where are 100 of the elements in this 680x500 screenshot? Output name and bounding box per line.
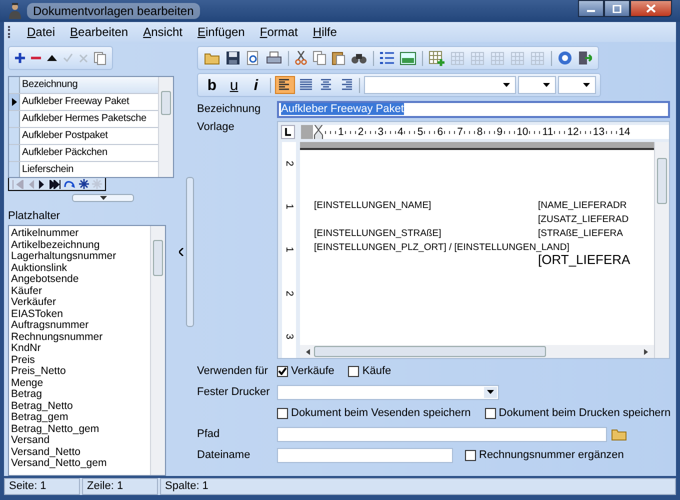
minimize-button[interactable] — [578, 0, 604, 17]
template-name[interactable]: Aufkleber Päckchen — [20, 145, 108, 161]
scroll-thumb[interactable] — [657, 158, 667, 204]
maximize-button[interactable] — [604, 0, 630, 17]
table-insert-icon[interactable] — [427, 49, 447, 67]
placeholder-item[interactable]: Artikelbezeichnung — [11, 240, 100, 251]
document-text: [ORT_LIEFERA — [538, 252, 630, 267]
placeholder-item[interactable]: Versand_Netto — [11, 446, 80, 458]
underline-button[interactable]: u — [224, 76, 244, 94]
path-field[interactable] — [277, 426, 607, 442]
ruler-number: 6 — [437, 126, 444, 138]
checkbox[interactable]: Dokument beim Vesenden speichern — [277, 407, 471, 419]
copy-icon[interactable] — [311, 49, 328, 67]
last-record-icon[interactable] — [49, 180, 61, 188]
align-lines-icon — [339, 79, 353, 91]
scrollbar[interactable] — [300, 345, 654, 358]
placeholder-item[interactable]: Auftragsnummer — [11, 320, 89, 332]
placeholder-item[interactable]: Betrag — [11, 389, 42, 400]
close-button[interactable] — [630, 0, 672, 17]
splitter-handle[interactable] — [72, 194, 134, 202]
checkbox[interactable]: Rechnungsnummer ergänzen — [465, 449, 624, 461]
cut-icon[interactable] — [293, 49, 309, 67]
scroll-thumb[interactable] — [314, 346, 546, 357]
caret-icon — [583, 83, 590, 87]
template-name[interactable]: Aufkleber Postpaket — [20, 128, 108, 144]
ruler-number: 2 — [284, 160, 294, 166]
document-text: [EINSTELLUNGEN_PLZ_ORT] / [EINSTELLUNGEN_LAND] — [314, 242, 570, 253]
placeholder-item[interactable]: Preis_Netto — [11, 366, 66, 378]
template-name[interactable]: Lieferschein — [20, 162, 74, 177]
next-record-icon[interactable] — [38, 180, 46, 188]
row-selector[interactable] — [9, 94, 20, 110]
style-dropdown[interactable] — [558, 76, 596, 94]
placeholder-item[interactable]: Lagerhaltungsnummer — [11, 251, 116, 262]
placeholder-item[interactable]: Verkäufer — [11, 297, 56, 308]
align-lines-icon — [278, 79, 292, 91]
placeholder-item[interactable]: Angebotsende — [11, 274, 79, 286]
save-icon[interactable] — [224, 49, 242, 67]
field-label: Vorlage — [197, 121, 236, 133]
folder-icon[interactable] — [611, 428, 627, 440]
align-left-button[interactable] — [275, 76, 295, 94]
scroll-thumb[interactable] — [153, 240, 163, 276]
menu-item[interactable]: Datei — [27, 25, 56, 39]
ruler-number: 7 — [457, 126, 463, 138]
align-lines-icon — [299, 79, 313, 91]
checkbox[interactable]: Käufe — [348, 365, 392, 377]
placeholder-item[interactable]: Versand — [11, 435, 50, 446]
italic-button[interactable]: i — [246, 76, 266, 94]
ruler-number: 13 — [592, 126, 605, 138]
placeholder-item[interactable]: Versand_Netto_gem — [11, 458, 107, 470]
name-field[interactable]: Aufkleber Freeway Paket — [277, 100, 670, 118]
checkbox[interactable]: Dokument beim Drucken speichern — [484, 407, 671, 419]
scroll-thumb[interactable] — [161, 91, 171, 115]
menu-item[interactable]: Bearbeiten — [70, 25, 128, 39]
paste-icon[interactable] — [330, 49, 347, 67]
placeholder-item[interactable]: Preis — [11, 354, 35, 366]
row-pointer-icon — [12, 98, 16, 106]
size-dropdown[interactable] — [518, 76, 556, 94]
menu-item[interactable]: Ansicht — [143, 25, 182, 39]
placeholder-item[interactable]: Betrag_Netto_gem — [11, 424, 100, 435]
filename-field[interactable] — [277, 448, 453, 462]
template-name[interactable]: Aufkleber Freeway Paket — [20, 94, 130, 110]
menu-item[interactable]: Einfügen — [197, 25, 245, 39]
ruler-number: 3 — [378, 126, 384, 138]
bold-button[interactable]: b — [202, 76, 222, 94]
indent-marker-icon[interactable] — [314, 125, 323, 139]
field-label: Pfad — [197, 428, 221, 440]
copy-icon[interactable] — [92, 49, 108, 67]
document-text: [EINSTELLUNGEN_STRAßE] — [314, 228, 442, 239]
image-icon[interactable] — [398, 49, 418, 67]
chevron-left-icon[interactable] — [179, 248, 184, 256]
scrollbar[interactable] — [150, 226, 165, 475]
template-editor[interactable]: 1 2 3 4 5 6 7 8 9 10 11 12 13 14 2 1 1 2 3 [EINSTELLUNGEN_NAME] [NAME_LIEFERADR [ZUSATZ_LIEFERAD [EINSTELLUNGEN_STRAßE] [STRAßE_LIEFERA [EINSTELLUNGEN_PLZ_ORT] / [EINSTELLUNGEN_LAND] [ORT_LIEFERA — [277, 121, 670, 359]
ruler-number: 5 — [417, 126, 424, 138]
placeholder-item[interactable]: Rechnungsnummer — [11, 332, 103, 343]
menu-item[interactable]: Format — [260, 25, 298, 39]
scroll-left-icon[interactable] — [306, 348, 310, 354]
placeholder-item[interactable]: Artikelnummer — [11, 228, 79, 240]
ruler-number: 11 — [542, 126, 554, 138]
ruler-number: 14 — [618, 126, 630, 138]
ruler-margin — [301, 125, 313, 139]
exit-icon[interactable] — [576, 49, 594, 67]
scrollbar[interactable] — [158, 77, 173, 177]
list-icon[interactable] — [378, 49, 396, 67]
checkbox[interactable]: Verkäufe — [277, 365, 334, 377]
template-name[interactable]: Aufkleber Hermes Paketsche — [20, 111, 146, 127]
placeholder-item[interactable]: Auktionslink — [11, 262, 68, 274]
caret-icon — [543, 83, 550, 87]
scroll-right-icon[interactable] — [644, 348, 648, 354]
field-label: Bezeichnung — [197, 103, 262, 115]
tab-stop-icon[interactable] — [281, 125, 295, 139]
placeholder-item[interactable]: Menge — [11, 378, 44, 389]
menu-item[interactable]: Hilfe — [312, 25, 337, 39]
asterisk-icon[interactable] — [79, 179, 89, 189]
scrollbar[interactable] — [654, 142, 669, 358]
placeholder-item[interactable]: EIASToken — [11, 308, 63, 320]
placeholder-item[interactable]: Betrag_Netto — [11, 400, 73, 412]
placeholder-item[interactable]: Käufer — [11, 286, 42, 297]
placeholder-item[interactable]: Betrag_gem — [11, 412, 68, 424]
placeholder-item[interactable]: KndNr — [11, 343, 41, 354]
refresh-icon[interactable] — [64, 180, 76, 188]
